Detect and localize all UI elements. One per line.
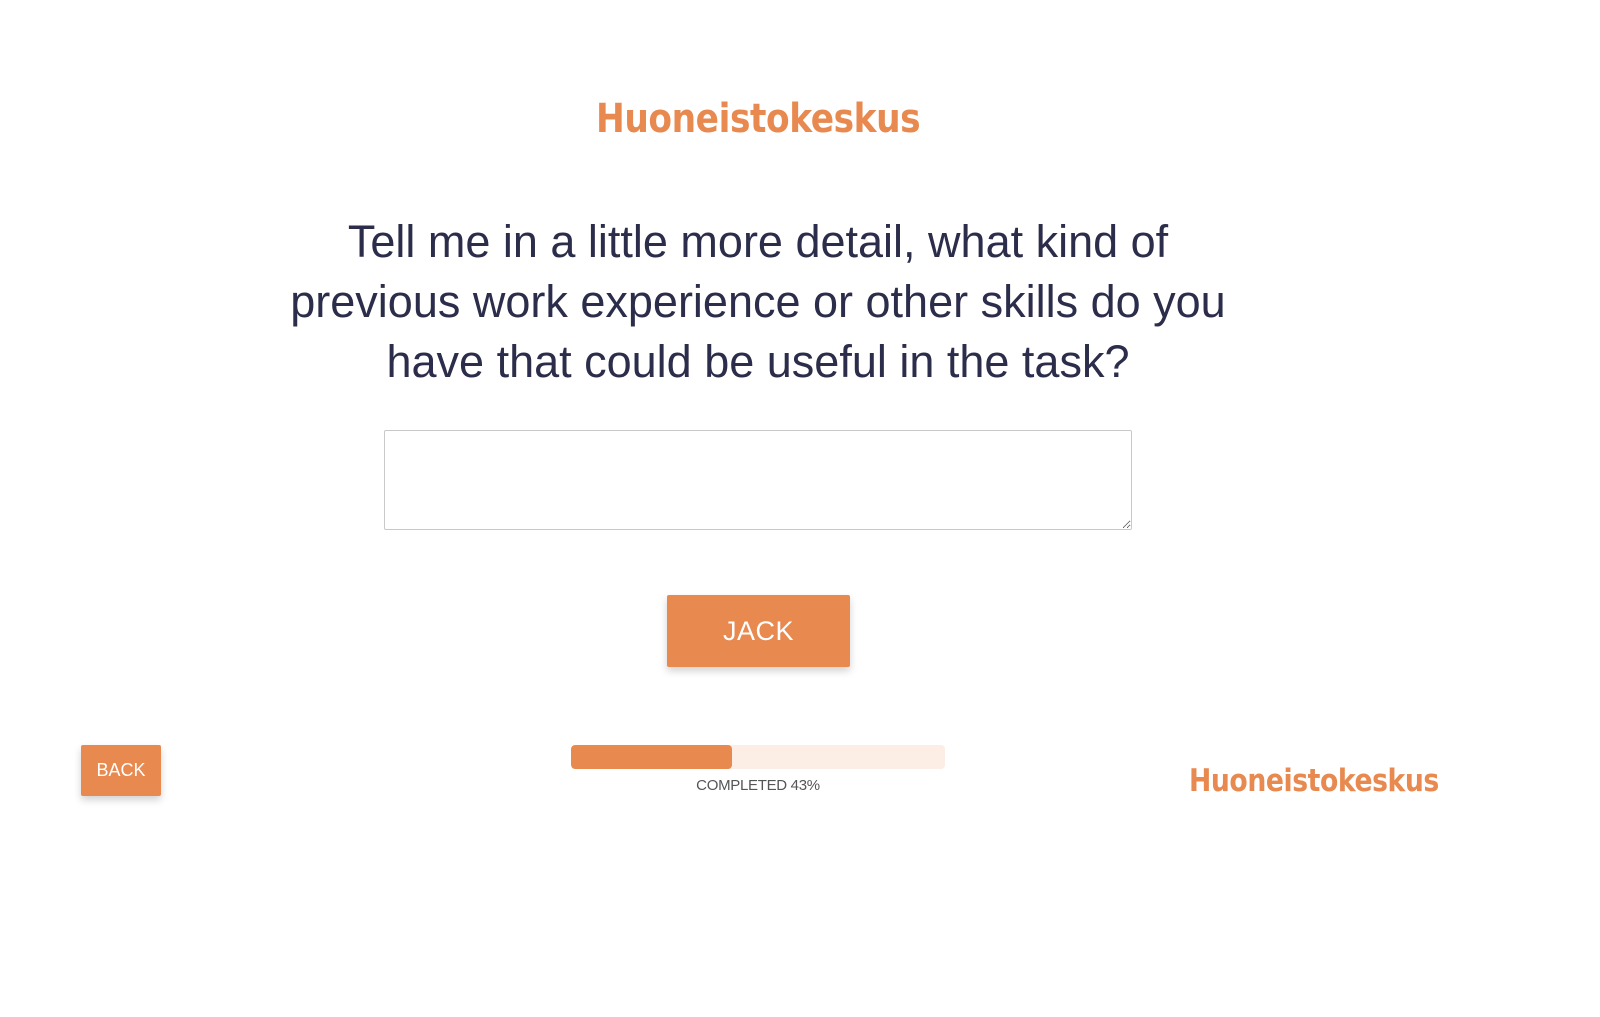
- progress-label: COMPLETED 43%: [696, 777, 820, 794]
- progress-bar: [571, 745, 945, 769]
- back-button[interactable]: BACK: [81, 745, 161, 796]
- brand-logo-top: Huoneistokeskus: [596, 96, 921, 142]
- submit-button[interactable]: JACK: [667, 595, 850, 667]
- question-text: Tell me in a little more detail, what ki…: [290, 216, 1226, 387]
- progress-bar-fill: [571, 745, 732, 769]
- brand-logo-bottom: Huoneistokeskus: [1189, 763, 1439, 799]
- answer-input[interactable]: [384, 430, 1132, 530]
